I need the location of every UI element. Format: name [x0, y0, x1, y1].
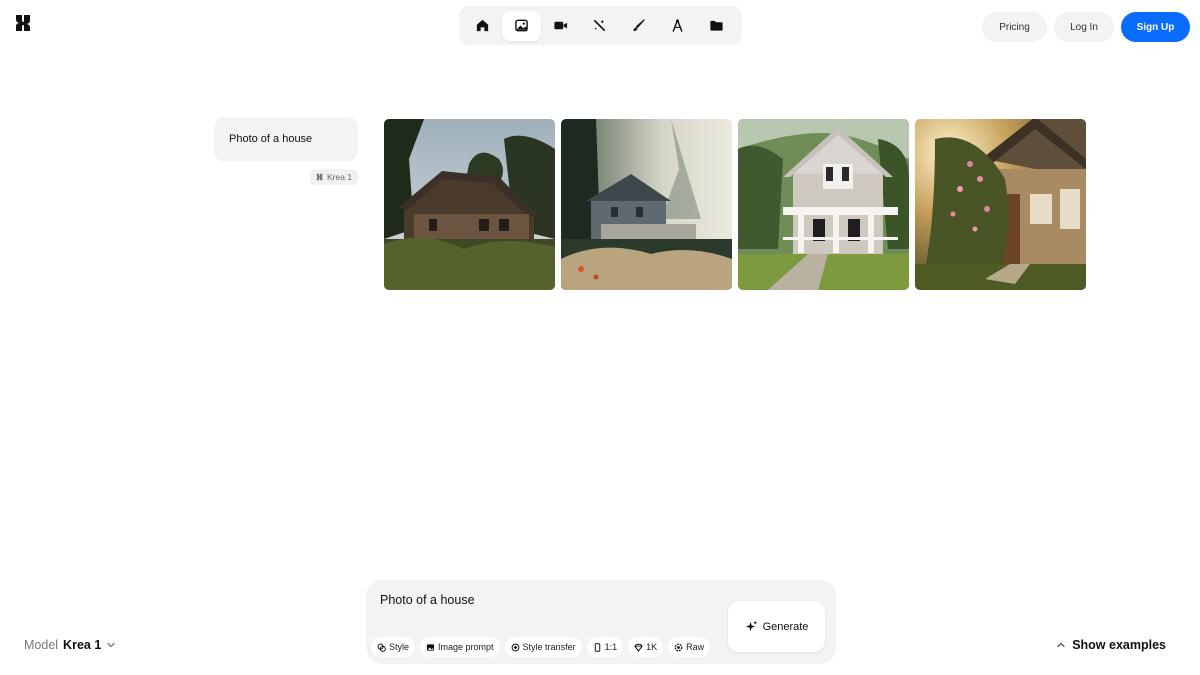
raw-icon — [674, 643, 683, 651]
model-label: Model — [24, 638, 59, 652]
generated-image[interactable] — [384, 119, 555, 290]
resolution-chip-label: 1K — [646, 642, 658, 652]
folder-icon — [710, 20, 723, 31]
video-camera-icon — [554, 21, 568, 30]
model-tag-label: Krea 1 — [327, 172, 353, 182]
model-value: Krea 1 — [63, 638, 102, 652]
nav-assets[interactable] — [697, 11, 736, 41]
raw-chip-label: Raw — [686, 642, 705, 652]
generated-image[interactable] — [561, 119, 732, 290]
signup-button[interactable]: Sign Up — [1121, 12, 1190, 42]
chevron-down-icon — [107, 642, 115, 648]
nav-video[interactable] — [541, 11, 580, 41]
resolution-icon — [634, 643, 643, 652]
prompt-input[interactable]: Photo of a house — [380, 593, 475, 607]
show-examples-button[interactable]: Show examples — [1056, 638, 1166, 652]
generated-image[interactable] — [915, 119, 1086, 290]
image-prompt-icon — [426, 643, 435, 651]
nav-train[interactable] — [658, 11, 697, 41]
option-chips: Style Image prompt Style transfer 1:1 1K… — [371, 637, 711, 657]
nav-image[interactable] — [502, 10, 541, 41]
style-transfer-chip[interactable]: Style transfer — [504, 637, 582, 657]
header-actions: Pricing Log In Sign Up — [982, 12, 1190, 42]
style-chip[interactable]: Style — [371, 637, 416, 657]
image-gallery — [384, 119, 1086, 290]
image-icon — [515, 19, 528, 32]
image-prompt-chip-label: Image prompt — [438, 642, 494, 652]
pricing-button[interactable]: Pricing — [982, 12, 1047, 42]
chevron-up-icon — [1057, 642, 1065, 648]
nav-edit[interactable] — [619, 11, 658, 41]
aspect-ratio-chip-label: 1:1 — [604, 642, 618, 652]
style-transfer-chip-label: Style transfer — [522, 642, 576, 652]
show-examples-label: Show examples — [1072, 638, 1166, 652]
style-chip-label: Style — [389, 642, 410, 652]
prompt-composer: Photo of a house Generate Style Image pr… — [366, 580, 836, 664]
generate-label: Generate — [762, 620, 809, 633]
resolution-chip[interactable]: 1K — [628, 637, 664, 657]
generated-image[interactable] — [738, 119, 909, 290]
raw-chip[interactable]: Raw — [668, 637, 711, 657]
krea-logo-icon — [316, 173, 323, 181]
model-selector[interactable]: Model Krea 1 — [24, 638, 116, 652]
magic-wand-icon — [593, 19, 606, 32]
sparkle-icon — [745, 620, 757, 632]
nav-home[interactable] — [463, 11, 502, 41]
nav-enhance[interactable] — [580, 11, 619, 41]
home-icon — [476, 19, 489, 32]
aspect-ratio-chip[interactable]: 1:1 — [586, 637, 624, 657]
brush-icon — [633, 19, 645, 32]
history-model-tag: Krea 1 — [310, 169, 359, 185]
compass-icon — [672, 19, 683, 32]
generate-button[interactable]: Generate — [728, 601, 825, 652]
krea-logo-icon[interactable] — [14, 13, 32, 33]
tool-nav — [459, 6, 742, 45]
style-icon — [377, 643, 386, 652]
history-prompt: Photo of a house — [214, 117, 358, 161]
image-prompt-chip[interactable]: Image prompt — [420, 637, 500, 657]
login-button[interactable]: Log In — [1054, 12, 1114, 42]
style-transfer-icon — [511, 643, 519, 651]
aspect-ratio-icon — [594, 642, 600, 652]
